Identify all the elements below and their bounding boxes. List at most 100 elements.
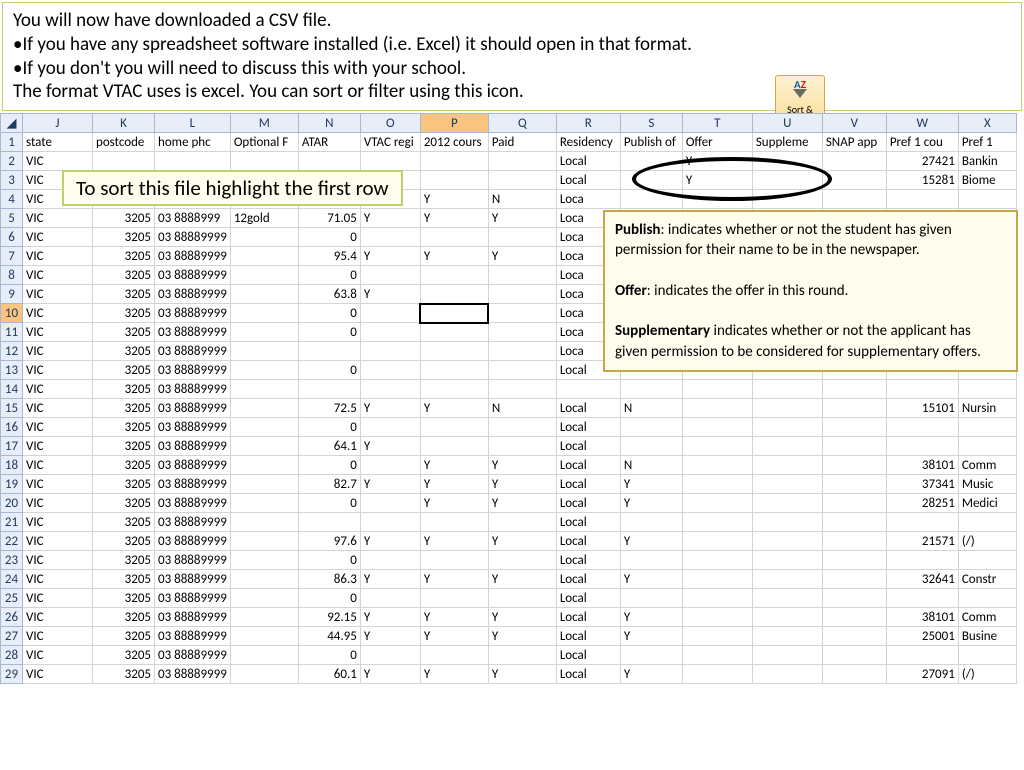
cell-K21[interactable]: 3205	[93, 513, 155, 532]
cell-V4[interactable]	[822, 190, 886, 209]
cell-R24[interactable]: Local	[556, 570, 620, 589]
cell-N28[interactable]: 0	[298, 646, 360, 665]
cell-J26[interactable]: VIC	[23, 608, 93, 627]
cell-K22[interactable]: 3205	[93, 532, 155, 551]
cell-L1[interactable]: home phc	[155, 133, 231, 152]
cell-K8[interactable]: 3205	[93, 266, 155, 285]
cell-Q24[interactable]: Y	[488, 570, 556, 589]
cell-M13[interactable]	[230, 361, 298, 380]
cell-R19[interactable]: Local	[556, 475, 620, 494]
row-header-7[interactable]: 7	[1, 247, 23, 266]
cell-M15[interactable]	[230, 399, 298, 418]
cell-O8[interactable]	[360, 266, 420, 285]
cell-J17[interactable]: VIC	[23, 437, 93, 456]
cell-X4[interactable]	[958, 190, 1016, 209]
cell-P29[interactable]: Y	[420, 665, 488, 684]
cell-L9[interactable]: 03 88889999	[155, 285, 231, 304]
cell-M1[interactable]: Optional F	[230, 133, 298, 152]
row-header-13[interactable]: 13	[1, 361, 23, 380]
cell-J23[interactable]: VIC	[23, 551, 93, 570]
cell-M10[interactable]	[230, 304, 298, 323]
cell-X16[interactable]	[958, 418, 1016, 437]
cell-L22[interactable]: 03 88889999	[155, 532, 231, 551]
cell-L26[interactable]: 03 88889999	[155, 608, 231, 627]
cell-N22[interactable]: 97.6	[298, 532, 360, 551]
cell-N26[interactable]: 92.15	[298, 608, 360, 627]
cell-K24[interactable]: 3205	[93, 570, 155, 589]
cell-N2[interactable]	[298, 152, 360, 171]
cell-Q12[interactable]	[488, 342, 556, 361]
cell-X20[interactable]: Medici	[958, 494, 1016, 513]
cell-Q6[interactable]	[488, 228, 556, 247]
cell-P20[interactable]: Y	[420, 494, 488, 513]
cell-J10[interactable]: VIC	[23, 304, 93, 323]
cell-M9[interactable]	[230, 285, 298, 304]
cell-M5[interactable]: 12gold	[230, 209, 298, 228]
cell-W27[interactable]: 25001	[886, 627, 958, 646]
cell-T18[interactable]	[682, 456, 752, 475]
cell-Q15[interactable]: N	[488, 399, 556, 418]
row-header-17[interactable]: 17	[1, 437, 23, 456]
cell-L25[interactable]: 03 88889999	[155, 589, 231, 608]
cell-W18[interactable]: 38101	[886, 456, 958, 475]
cell-V26[interactable]	[822, 608, 886, 627]
cell-R20[interactable]: Local	[556, 494, 620, 513]
col-header-Q[interactable]: Q	[488, 114, 556, 133]
cell-M22[interactable]	[230, 532, 298, 551]
cell-W4[interactable]	[886, 190, 958, 209]
cell-N10[interactable]: 0	[298, 304, 360, 323]
cell-P10[interactable]	[420, 304, 488, 323]
cell-L20[interactable]: 03 88889999	[155, 494, 231, 513]
cell-S17[interactable]	[620, 437, 682, 456]
cell-O26[interactable]: Y	[360, 608, 420, 627]
cell-W1[interactable]: Pref 1 cou	[886, 133, 958, 152]
cell-W14[interactable]	[886, 380, 958, 399]
cell-X27[interactable]: Busine	[958, 627, 1016, 646]
cell-V24[interactable]	[822, 570, 886, 589]
cell-L8[interactable]: 03 88889999	[155, 266, 231, 285]
cell-J14[interactable]: VIC	[23, 380, 93, 399]
cell-N29[interactable]: 60.1	[298, 665, 360, 684]
cell-V17[interactable]	[822, 437, 886, 456]
cell-S14[interactable]	[620, 380, 682, 399]
cell-K19[interactable]: 3205	[93, 475, 155, 494]
cell-J22[interactable]: VIC	[23, 532, 93, 551]
cell-Q11[interactable]	[488, 323, 556, 342]
cell-J11[interactable]: VIC	[23, 323, 93, 342]
cell-K26[interactable]: 3205	[93, 608, 155, 627]
cell-R28[interactable]: Local	[556, 646, 620, 665]
cell-R21[interactable]: Local	[556, 513, 620, 532]
cell-L7[interactable]: 03 88889999	[155, 247, 231, 266]
cell-Q16[interactable]	[488, 418, 556, 437]
cell-M12[interactable]	[230, 342, 298, 361]
cell-P4[interactable]: Y	[420, 190, 488, 209]
cell-U18[interactable]	[752, 456, 822, 475]
row-header-10[interactable]: 10	[1, 304, 23, 323]
cell-R15[interactable]: Local	[556, 399, 620, 418]
cell-X21[interactable]	[958, 513, 1016, 532]
cell-W21[interactable]	[886, 513, 958, 532]
cell-K6[interactable]: 3205	[93, 228, 155, 247]
cell-L19[interactable]: 03 88889999	[155, 475, 231, 494]
cell-P5[interactable]: Y	[420, 209, 488, 228]
cell-U3[interactable]	[752, 171, 822, 190]
cell-R25[interactable]: Local	[556, 589, 620, 608]
cell-S24[interactable]: Y	[620, 570, 682, 589]
cell-L23[interactable]: 03 88889999	[155, 551, 231, 570]
cell-S21[interactable]	[620, 513, 682, 532]
cell-M21[interactable]	[230, 513, 298, 532]
cell-P19[interactable]: Y	[420, 475, 488, 494]
cell-N24[interactable]: 86.3	[298, 570, 360, 589]
cell-O18[interactable]	[360, 456, 420, 475]
cell-M8[interactable]	[230, 266, 298, 285]
cell-P15[interactable]: Y	[420, 399, 488, 418]
cell-N18[interactable]: 0	[298, 456, 360, 475]
cell-P23[interactable]	[420, 551, 488, 570]
cell-O6[interactable]	[360, 228, 420, 247]
cell-U17[interactable]	[752, 437, 822, 456]
cell-W20[interactable]: 28251	[886, 494, 958, 513]
cell-L15[interactable]: 03 88889999	[155, 399, 231, 418]
cell-X28[interactable]	[958, 646, 1016, 665]
cell-X29[interactable]: (/)	[958, 665, 1016, 684]
cell-O27[interactable]: Y	[360, 627, 420, 646]
